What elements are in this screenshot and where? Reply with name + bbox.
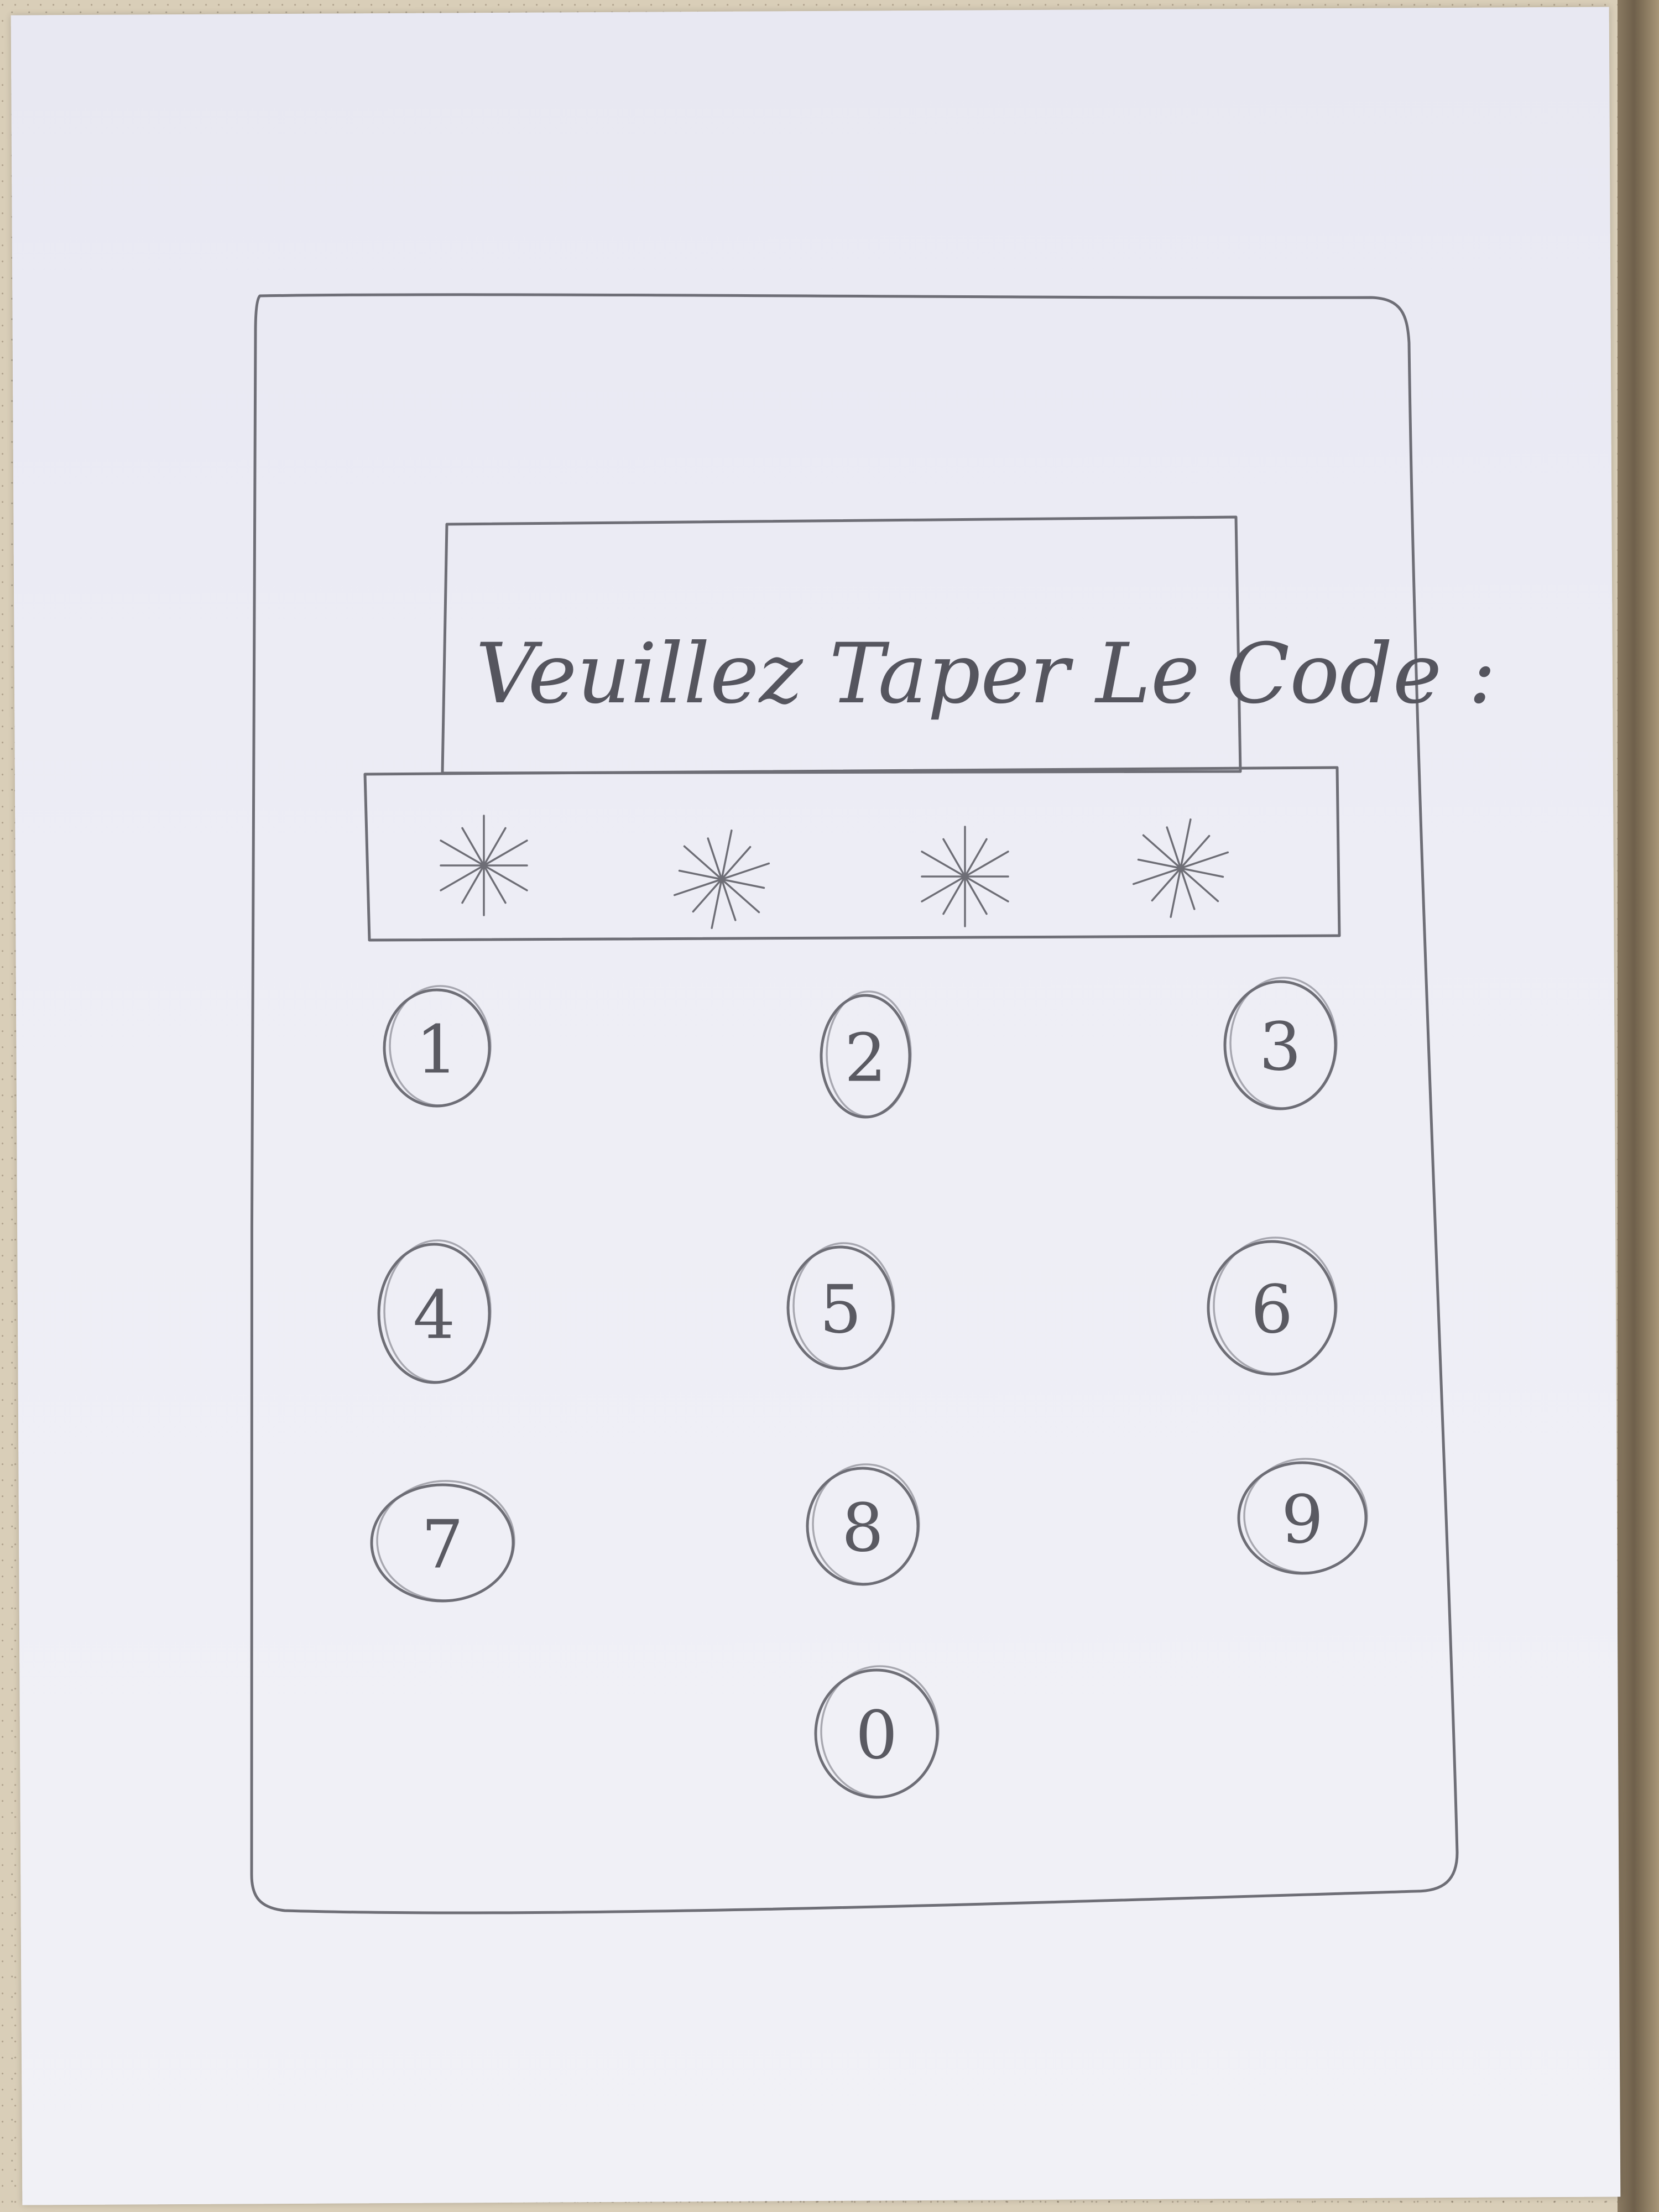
keypad-key-label: 1 — [416, 1012, 458, 1089]
masked-digits — [440, 815, 1229, 929]
keypad-key-label: 3 — [1259, 1009, 1301, 1086]
code-display-field[interactable] — [363, 766, 1341, 942]
keypad-key-label: 4 — [413, 1277, 455, 1354]
keypad-key-7[interactable]: 7 — [370, 1480, 515, 1603]
keypad-key-0[interactable]: 0 — [814, 1665, 940, 1799]
keypad-key-9[interactable]: 9 — [1237, 1458, 1368, 1575]
keypad-key-6[interactable]: 6 — [1207, 1237, 1338, 1376]
keypad-key-8[interactable]: 8 — [806, 1463, 920, 1586]
keypad-key-1[interactable]: 1 — [383, 985, 492, 1108]
keypad: 1 2 3 4 5 6 7 8 9 0 — [370, 977, 1368, 1799]
keypad-key-label: 9 — [1281, 1482, 1323, 1559]
keypad-key-2[interactable]: 2 — [820, 990, 912, 1119]
keypad-key-label: 2 — [844, 1020, 886, 1097]
keypad-key-label: 6 — [1251, 1272, 1293, 1349]
keypad-key-label: 5 — [820, 1272, 862, 1349]
prompt-box: Veuillez Taper Le Code : — [441, 515, 1496, 775]
masked-digit-asterisk — [673, 830, 770, 929]
keypad-key-label: 7 — [421, 1507, 463, 1584]
keypad-key-3[interactable]: 3 — [1223, 977, 1338, 1110]
masked-digit-asterisk — [440, 815, 528, 916]
keypad-key-label: 0 — [855, 1698, 898, 1775]
prompt-label: Veuillez Taper Le Code : — [476, 626, 1496, 722]
masked-digit-asterisk — [1132, 818, 1229, 918]
keypad-mockup: Veuillez Taper Le Code : 1 2 3 4 5 6 7 8 9 0 — [249, 293, 1496, 1914]
keypad-key-4[interactable]: 4 — [377, 1239, 492, 1384]
keypad-key-5[interactable]: 5 — [786, 1242, 895, 1370]
masked-digit-asterisk — [921, 826, 1009, 927]
keypad-key-label: 8 — [842, 1490, 884, 1567]
